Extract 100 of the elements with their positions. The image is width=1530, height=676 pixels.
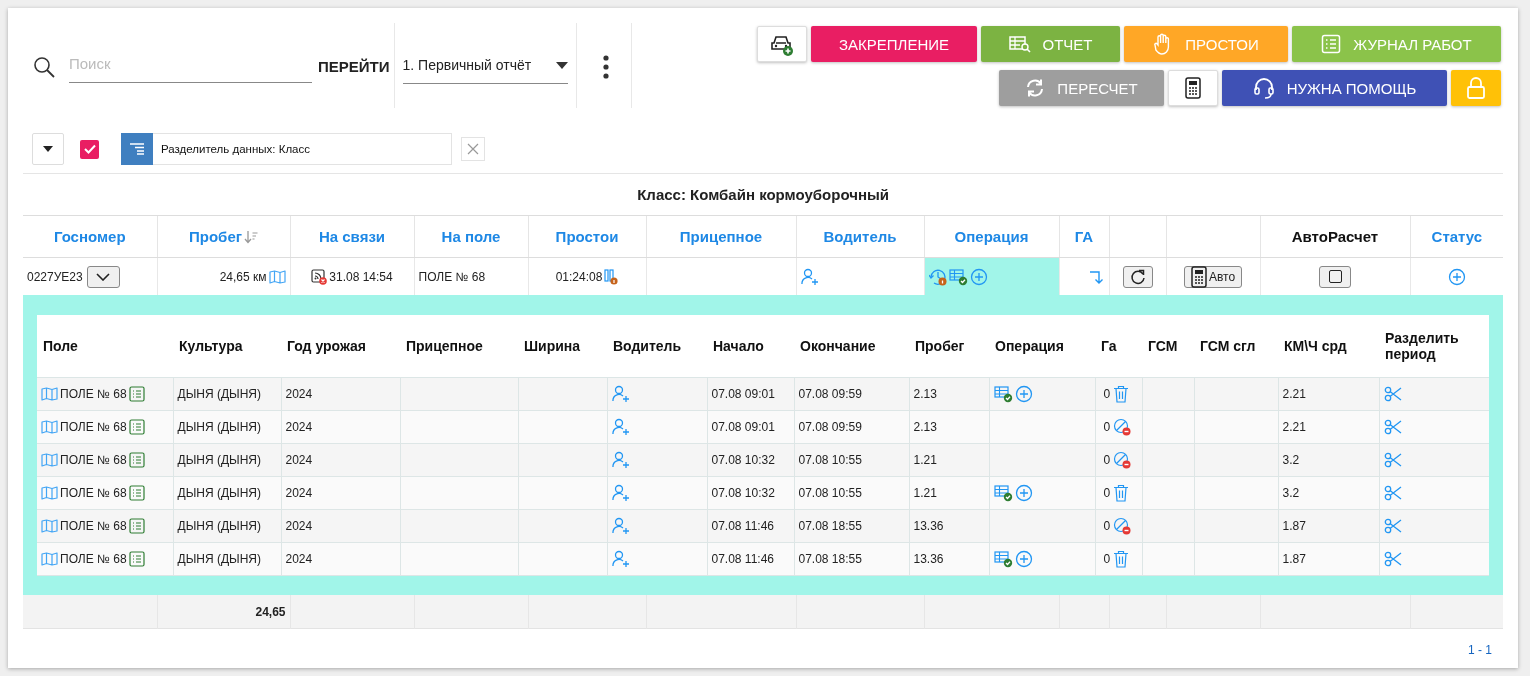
table-cell: 2024 [285,453,313,467]
add-circle-icon [1014,550,1033,568]
close-button[interactable] [461,137,485,161]
add-vehicle-button[interactable] [757,26,807,62]
blocked-icon [1113,418,1132,436]
column-header: Водитель [613,338,682,354]
add-circle-icon [969,267,988,286]
list-icon [1321,34,1342,54]
auto-calc-button[interactable]: Авто [1183,265,1243,288]
table-cell: 07.08 10:55 [798,486,862,500]
scissors-icon [1383,386,1402,402]
trash-icon [1113,385,1130,403]
table-cell: 2024 [285,420,313,434]
work-log-button[interactable]: ЖУРНАЛ РАБОТ [1292,26,1501,62]
column-header: Га [1101,338,1117,354]
refresh-button[interactable] [1122,265,1153,288]
search-icon [33,55,55,78]
table-cell: 07.08 10:32 [711,453,775,467]
table-cell: 0227УЕ23 [27,269,83,284]
filter-chip: Разделитель данных: Класс [153,133,452,165]
table-cell: 2.13 [913,420,937,434]
table-cell: ДЫНЯ (ДЫНЯ) [177,519,261,533]
table-cell: 0 [1103,387,1111,401]
table-search-icon [1008,35,1031,53]
table-cell: 07.08 18:55 [798,552,862,566]
report-select[interactable]: 1. Первичный отчёт [402,51,568,84]
column-header[interactable]: Пробег [189,228,242,245]
table-cell: 24,65 [255,604,286,619]
add-circle-icon [1014,484,1033,502]
headset-icon [1252,77,1275,99]
column-header: ГСМ сгл [1200,338,1256,354]
scissors-icon [1383,551,1402,567]
calculator-icon [1190,265,1207,288]
table-cell: 07.08 09:01 [711,420,775,434]
table-cell: 2.21 [1282,420,1306,434]
field-name: ПОЛЕ № 68 [60,552,127,566]
column-header: Окончание [800,338,876,354]
recalculate-button[interactable]: ПЕРЕСЧЕТ [999,70,1164,106]
chevron-down-icon [96,272,111,281]
list-icon [128,386,145,402]
group-button[interactable] [121,133,153,165]
table-cell: 07.08 09:59 [798,387,862,401]
table-cell: 07.08 11:46 [711,519,774,533]
table-cell: 2024 [285,519,313,533]
column-header[interactable]: ГА [1074,228,1094,245]
calculator-button[interactable] [1168,70,1218,106]
table-cell: 3.2 [1282,453,1300,467]
search-field[interactable]: Поиск [69,46,312,83]
table-cell: 1.21 [913,453,937,467]
field-name: ПОЛЕ № 68 [60,453,127,467]
column-header: Разделить период [1385,330,1459,362]
add-person-icon [611,385,630,403]
checkbox[interactable] [80,139,99,159]
caret-icon [43,146,53,152]
table-cell: 24,65 км [219,269,267,284]
map-icon [41,519,58,533]
table-cell: 3.2 [1282,486,1300,500]
map-icon [41,420,58,434]
idle-button[interactable]: ПРОСТОИ [1124,26,1288,62]
list-icon [128,518,145,534]
table-cell: 2024 [285,552,313,566]
goto-label: ПЕРЕЙТИ [318,58,390,75]
column-header: Пробег [915,338,965,354]
table-cell: 0 [1103,420,1111,434]
column-header: Культура [179,338,243,354]
more-icon [602,54,609,79]
table-cell: ДЫНЯ (ДЫНЯ) [177,552,261,566]
lock-icon [1466,77,1486,99]
field-name: ПОЛЕ № 68 [60,420,127,434]
add-person-icon [611,418,630,436]
trash-icon [1113,550,1130,568]
list-icon [128,452,145,468]
column-header: ГСМ [1148,338,1178,354]
table-cell: 1.87 [1282,519,1306,533]
pin-button[interactable]: ЗАКРЕПЛЕНИЕ [811,26,977,62]
blocked-icon [1113,517,1132,535]
table-cell: 13.36 [913,552,944,566]
field-name: ПОЛЕ № 68 [60,387,127,401]
report-button[interactable]: ОТЧЕТ [981,26,1120,62]
table-check-icon [948,267,968,286]
table-cell: 2.21 [1282,387,1306,401]
table-cell: 07.08 10:55 [798,453,862,467]
calculator-icon [1185,77,1201,99]
table-check-icon [993,484,1013,502]
table-cell: 0 [1103,519,1111,533]
table-cell: 1.87 [1282,552,1306,566]
sort-icon [244,229,258,244]
autocalc-checkbox[interactable] [1319,265,1351,288]
column-header: АвтоРасчет [1291,228,1379,245]
map-icon [41,552,58,566]
check-icon [83,144,96,154]
expand-button[interactable] [32,133,64,165]
help-button[interactable]: НУЖНА ПОМОЩЬ [1222,70,1447,106]
expand-row-button[interactable] [86,265,120,288]
table-cell: 07.08 09:59 [798,420,862,434]
column-header: Ширина [524,338,581,354]
table-cell: ДЫНЯ (ДЫНЯ) [177,420,261,434]
map-icon [41,453,58,467]
pagination-info: 1 - 1 [1468,643,1492,657]
list-icon [128,419,145,435]
